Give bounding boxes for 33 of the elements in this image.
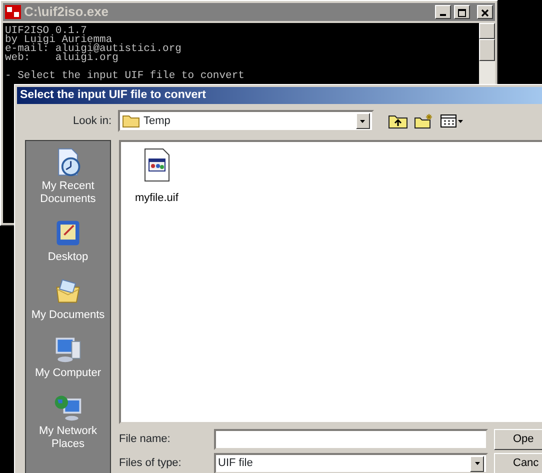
close-icon (481, 8, 489, 17)
view-menu-icon[interactable] (440, 113, 464, 129)
document-icon (142, 148, 171, 182)
console-prompt: - Select the input UIF file to convert (5, 72, 244, 81)
file-type-label: Files of type: (119, 457, 182, 470)
cancel-button[interactable]: Canc (494, 453, 542, 473)
file-item[interactable]: myfile.uif (135, 148, 178, 206)
dropdown-arrow-icon (360, 120, 366, 122)
places-item[interactable]: My Computer (27, 334, 109, 380)
window-title: C:\uif2iso.exe (24, 3, 109, 22)
minimize-button[interactable] (435, 5, 451, 19)
places-item[interactable]: My Recent Documents (27, 147, 109, 206)
file-name-field[interactable] (214, 429, 488, 450)
maximize-button[interactable] (454, 5, 470, 19)
file-name-label: File name: (119, 433, 172, 446)
console-line: web: aluigi.org (5, 54, 118, 63)
console-line: e-mail: aluigi@autistici.org (5, 45, 182, 54)
dropdown-arrow-icon (474, 462, 480, 465)
places-item[interactable]: My Documents (27, 276, 109, 322)
console-app-icon (5, 5, 21, 19)
maximize-icon (458, 8, 466, 17)
look-in-label: Look in: (73, 114, 112, 129)
file-type-dropdown[interactable]: UIF file (214, 453, 488, 473)
places-item[interactable]: My Network Places (27, 392, 109, 451)
look-in-dropdown[interactable]: Temp (118, 110, 374, 132)
minimize-icon (440, 14, 446, 16)
up-folder-icon[interactable] (388, 113, 408, 129)
folder-icon (122, 114, 140, 128)
places-item[interactable]: Desktop (27, 218, 109, 264)
close-button[interactable] (477, 5, 493, 19)
open-button[interactable]: Ope (494, 429, 542, 450)
new-folder-icon[interactable] (414, 113, 434, 129)
dialog-title: Select the input UIF file to convert (20, 88, 206, 103)
